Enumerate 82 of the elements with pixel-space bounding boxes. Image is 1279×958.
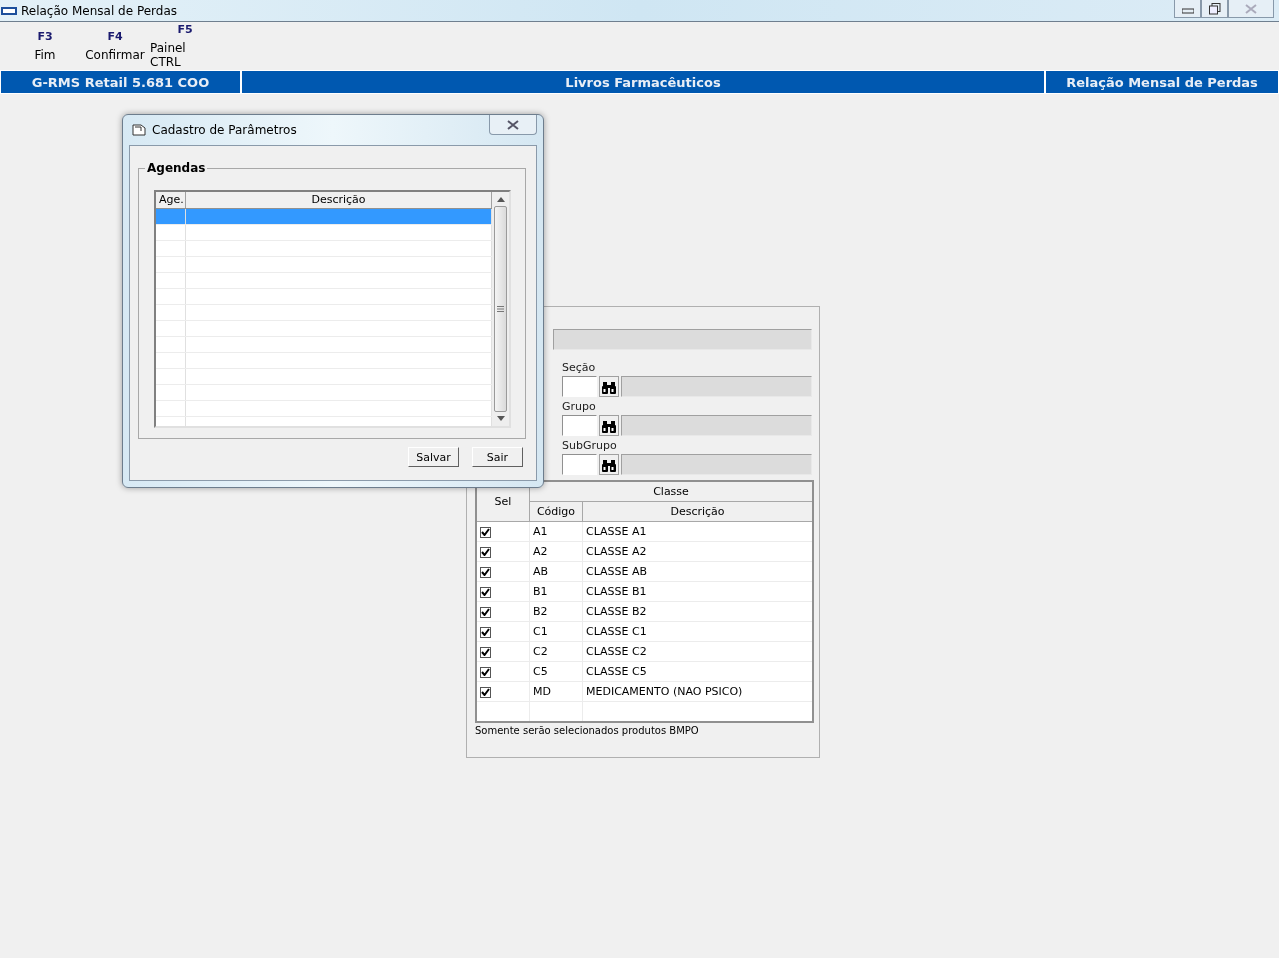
table-cell: AB [533, 565, 549, 578]
group-title: Agendas [145, 161, 208, 175]
dialog-button[interactable]: Salvar [408, 447, 459, 467]
toolbar-button[interactable]: F3 Fim [10, 22, 80, 70]
header-segment: G-RMS Retail 5.681 COO [0, 70, 241, 94]
input-field[interactable] [562, 454, 597, 475]
table-cell: A1 [533, 525, 548, 538]
dialog-title: Cadastro de Parâmetros [152, 123, 297, 137]
table-cell: B2 [533, 605, 548, 618]
list-row[interactable] [156, 209, 492, 225]
check-icon [481, 628, 490, 636]
table-cell: CLASSE AB [586, 565, 648, 578]
header-segment: Relação Mensal de Perdas [1045, 70, 1279, 94]
checkbox[interactable] [480, 666, 491, 678]
table-cell: C2 [533, 645, 548, 658]
check-icon [481, 568, 490, 576]
field-label: SubGrupo [562, 440, 618, 451]
search-button[interactable] [599, 376, 619, 397]
header-segment: Livros Farmacêuticos [241, 70, 1045, 94]
checkbox[interactable] [480, 526, 491, 538]
scrollbar[interactable] [492, 192, 509, 426]
grip-icon [497, 306, 504, 312]
table-cell: C1 [533, 625, 548, 638]
app-icon [1, 5, 17, 16]
table-cell: MEDICAMENTO (NAO PSICO) [586, 685, 743, 698]
check-icon [481, 668, 490, 676]
check-icon [481, 548, 490, 556]
close-icon [1245, 3, 1257, 14]
binoculars-icon [601, 418, 617, 433]
search-button[interactable] [599, 454, 619, 475]
checkbox[interactable] [480, 606, 491, 618]
check-icon [481, 588, 490, 596]
restore-icon [1208, 2, 1221, 15]
close-icon [507, 119, 519, 130]
toolbar-label: Painel CTRL [150, 41, 187, 69]
search-button[interactable] [599, 415, 619, 436]
input-field[interactable] [562, 376, 597, 397]
table-cell: MD [533, 685, 551, 698]
check-icon [481, 528, 490, 536]
shortcut-key: F4 [107, 30, 123, 43]
field-label: Seção [562, 362, 597, 373]
table-cell: CLASSE A2 [586, 545, 647, 558]
shortcut-key: F5 [177, 23, 193, 36]
check-icon [481, 648, 490, 656]
dialog-button[interactable]: Sair [472, 447, 523, 467]
note-text: Somente serão selecionados produtos BMPO [475, 725, 700, 736]
checkbox[interactable] [480, 626, 491, 638]
field-label: Grupo [562, 401, 597, 412]
input-field[interactable] [562, 415, 597, 436]
checkbox[interactable] [480, 686, 491, 698]
table-cell: B1 [533, 585, 548, 598]
checkbox[interactable] [480, 546, 491, 558]
scroll-up-icon [496, 197, 505, 202]
window-icon [132, 124, 146, 136]
table-cell: CLASSE A1 [586, 525, 647, 538]
scroll-thumb[interactable] [494, 206, 507, 412]
check-icon [481, 688, 490, 696]
toolbar-button[interactable]: F5 Painel CTRL [150, 22, 220, 70]
window-title: Relação Mensal de Perdas [21, 3, 178, 18]
checkbox[interactable] [480, 646, 491, 658]
check-icon [481, 608, 490, 616]
column-group-header: Classe [529, 481, 813, 502]
table-cell: CLASSE C2 [586, 645, 647, 658]
toolbar-button[interactable]: F4 Confirmar [80, 22, 150, 70]
table-cell: CLASSE B2 [586, 605, 647, 618]
toolbar-label: Fim [34, 48, 56, 62]
column-header: Descrição [186, 192, 492, 208]
table-cell: CLASSE C1 [586, 625, 647, 638]
table-cell: CLASSE B1 [586, 585, 647, 598]
table-cell: A2 [533, 545, 548, 558]
binoculars-icon [601, 379, 617, 394]
checkbox[interactable] [480, 586, 491, 598]
table-cell: CLASSE C5 [586, 665, 647, 678]
close-button[interactable] [489, 115, 537, 135]
checkbox[interactable] [480, 566, 491, 578]
table-cell: C5 [533, 665, 548, 678]
binoculars-icon [601, 457, 617, 472]
column-header: Age. [156, 192, 186, 208]
restore-button[interactable] [1201, 0, 1228, 18]
scroll-down-icon [496, 416, 505, 421]
toolbar-label: Confirmar [85, 48, 145, 62]
shortcut-key: F3 [37, 30, 53, 43]
